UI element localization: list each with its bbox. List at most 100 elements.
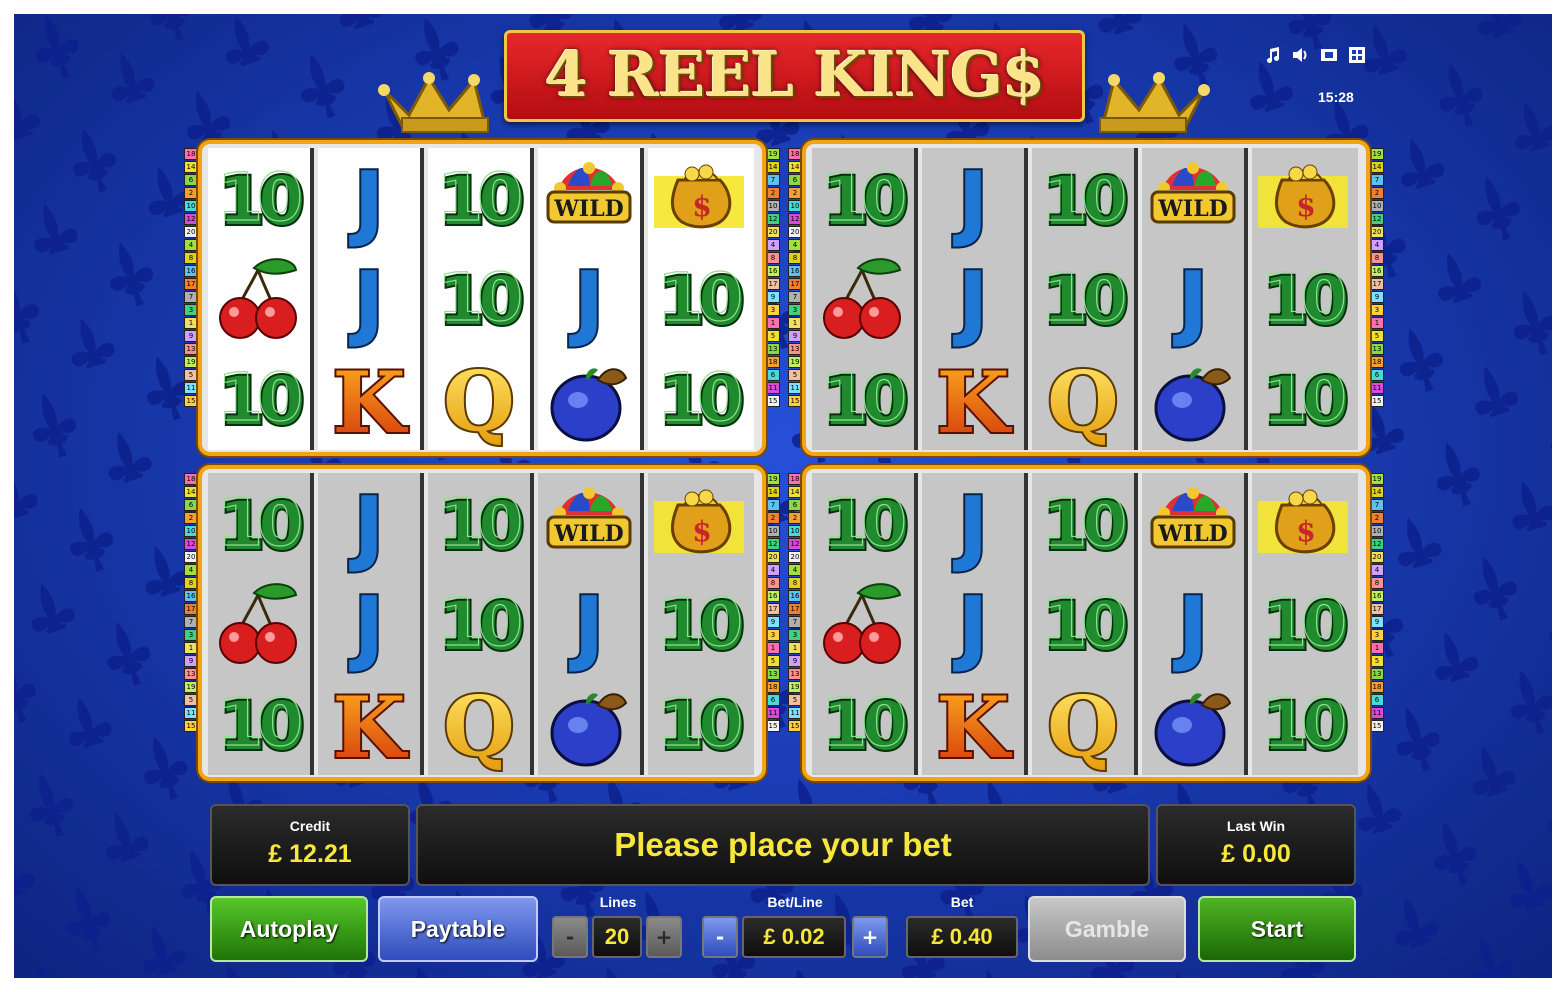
reel-3: 10 10 10 10 Q <box>1032 473 1138 775</box>
payline-number: 14 <box>1370 486 1384 498</box>
svg-text:10: 10 <box>217 684 300 761</box>
reel-2: JJK <box>318 148 424 450</box>
reel-grid-1: 18 14 6 2 10 12 20 4 8 16 17 7 3 1 9 13 19 5 11 15 19 14 7 2 10 1… <box>184 140 780 458</box>
paytable-button[interactable]: Paytable <box>378 896 538 962</box>
sound-icon[interactable] <box>1290 44 1312 66</box>
lines-increase-button[interactable]: + <box>646 916 682 958</box>
symbol-K: K <box>922 675 1024 775</box>
payline-number: 16 <box>788 590 802 602</box>
payline-number: 5 <box>766 330 780 342</box>
payline-number: 5 <box>788 369 802 381</box>
start-button[interactable]: Start <box>1198 896 1356 962</box>
payline-number: 18 <box>788 148 802 160</box>
payline-number: 9 <box>788 655 802 667</box>
payline-number: 9 <box>184 330 198 342</box>
reel-4: WILD J <box>538 148 644 450</box>
payline-number: 16 <box>766 590 780 602</box>
symbol-plum-icon <box>1142 675 1244 775</box>
betline-increase-button[interactable]: + <box>852 916 888 958</box>
payline-number: 20 <box>788 226 802 238</box>
payline-number: 19 <box>766 473 780 485</box>
payline-number: 19 <box>184 681 198 693</box>
payline-number: 5 <box>766 655 780 667</box>
svg-text:10: 10 <box>1261 684 1344 761</box>
symbol-cherry-icon <box>208 575 310 675</box>
payline-number: 5 <box>788 694 802 706</box>
clock: 15:28 <box>1318 89 1354 105</box>
payline-number: 11 <box>766 707 780 719</box>
symbol-J: J <box>318 575 420 675</box>
symbol-10: 10 10 <box>812 475 914 575</box>
reel-2: JJK <box>922 473 1028 775</box>
autoplay-button[interactable]: Autoplay <box>210 896 368 962</box>
symbol-J: J <box>318 150 420 250</box>
symbol-cherry-icon <box>812 250 914 350</box>
svg-text:J: J <box>953 480 989 575</box>
payline-number: 2 <box>788 512 802 524</box>
payline-number: 17 <box>1370 278 1384 290</box>
payline-indicator-right: 19 14 7 2 10 12 20 4 8 16 17 9 3 1 5 13 18 6 11 15 <box>1370 473 1384 732</box>
symbol-wild-icon: WILD <box>538 475 640 575</box>
payline-number: 13 <box>1370 343 1384 355</box>
music-icon[interactable] <box>1262 44 1284 66</box>
payline-number: 2 <box>184 512 198 524</box>
payline-number: 7 <box>788 616 802 628</box>
payline-number: 6 <box>184 174 198 186</box>
payline-indicator-left: 18 14 6 2 10 12 20 4 8 16 17 7 3 1 9 13 19 5 11 15 <box>184 473 198 732</box>
svg-text:10: 10 <box>437 484 520 561</box>
payline-number: 4 <box>788 564 802 576</box>
symbol-J: J <box>538 250 640 350</box>
svg-text:Q: Q <box>443 354 514 450</box>
payline-number: 2 <box>1370 187 1384 199</box>
svg-text:10: 10 <box>821 359 904 436</box>
reel-1: 10 10 10 10 <box>208 473 314 775</box>
betline-decrease-button[interactable]: - <box>702 916 738 958</box>
last-win-panel: Last Win £ 0.00 <box>1156 804 1356 886</box>
symbol-10: 10 10 <box>1032 250 1134 350</box>
payline-number: 8 <box>788 252 802 264</box>
svg-text:Q: Q <box>443 679 514 775</box>
svg-text:J: J <box>349 480 385 575</box>
symbol-plum-icon <box>538 675 640 775</box>
lines-decrease-button[interactable]: - <box>552 916 588 958</box>
gamble-button[interactable]: Gamble <box>1028 896 1186 962</box>
symbol-10: 10 10 <box>812 150 914 250</box>
symbol-J: J <box>922 250 1024 350</box>
payline-number: 1 <box>766 317 780 329</box>
payline-number: 2 <box>184 187 198 199</box>
payline-number: 15 <box>1370 720 1384 732</box>
payline-number: 1 <box>788 642 802 654</box>
game-logo: 4 REEL KING$ <box>374 18 1214 138</box>
symbol-moneybag-icon: $ <box>648 475 750 575</box>
payline-number: 18 <box>184 148 198 160</box>
payline-number: 14 <box>1370 161 1384 173</box>
payline-number: 8 <box>1370 252 1384 264</box>
symbol-moneybag-icon: $ <box>648 150 750 250</box>
settings-icon[interactable] <box>1346 44 1368 66</box>
fullscreen-icon[interactable] <box>1318 44 1340 66</box>
payline-number: 19 <box>1370 148 1384 160</box>
reel-window: 10 10 10 10 J J K 10 10 10 10 Q WILD J $10 10 10 10 <box>198 465 766 781</box>
payline-number: 17 <box>766 603 780 615</box>
payline-number: 17 <box>766 278 780 290</box>
symbol-J: J <box>1142 250 1244 350</box>
svg-text:10: 10 <box>1041 159 1124 236</box>
lines-value: 20 <box>592 916 642 958</box>
payline-number: 10 <box>184 200 198 212</box>
payline-number: 12 <box>184 538 198 550</box>
game-title: 4 REEL KING$ <box>544 38 1046 111</box>
symbol-10: 10 10 <box>208 350 310 450</box>
paytable-label: Paytable <box>410 915 506 942</box>
symbol-Q: Q <box>1032 675 1134 775</box>
symbol-Q: Q <box>428 350 530 450</box>
payline-number: 11 <box>1370 707 1384 719</box>
payline-number: 4 <box>766 564 780 576</box>
symbol-10: 10 10 <box>1032 575 1134 675</box>
reel-3: 10 10 10 10 Q <box>1032 148 1138 450</box>
reel-window: 10 10 10 10 J J K 10 10 10 10 Q WILD J $10 10 10 10 <box>198 140 766 456</box>
svg-text:10: 10 <box>657 584 740 661</box>
svg-text:10: 10 <box>657 359 740 436</box>
svg-text:Q: Q <box>1047 679 1118 775</box>
payline-number: 20 <box>184 551 198 563</box>
payline-number: 7 <box>766 174 780 186</box>
